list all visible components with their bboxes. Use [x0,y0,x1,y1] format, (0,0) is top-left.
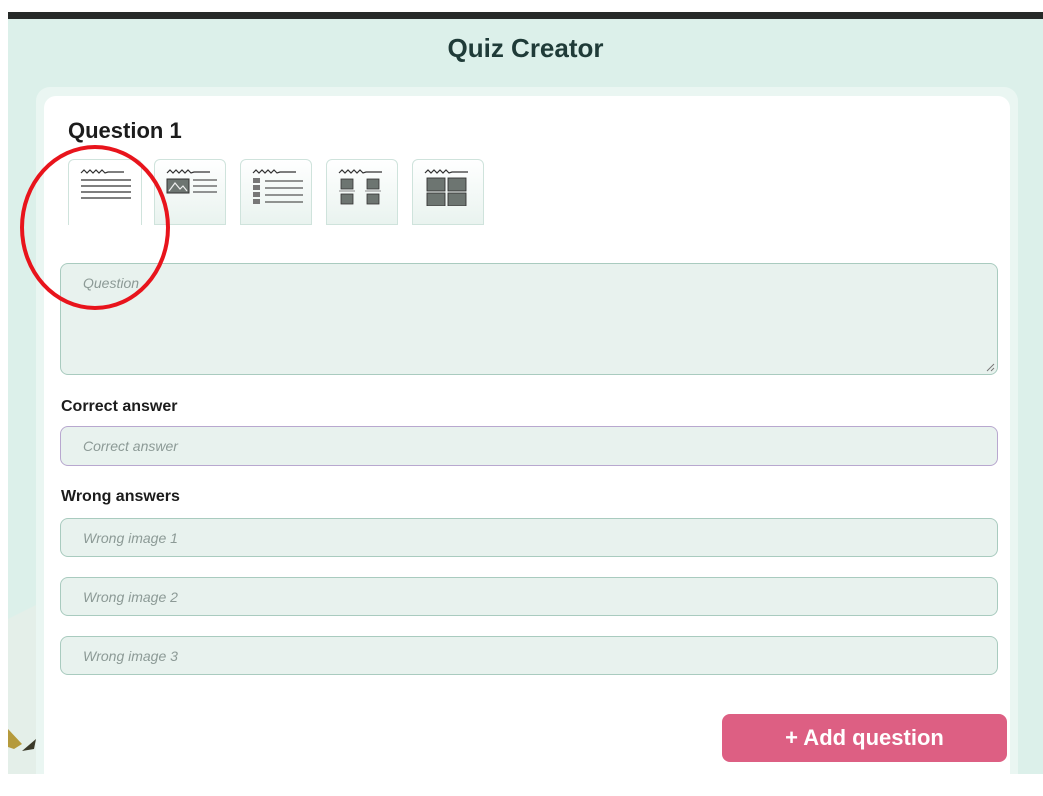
layout-tab-large-grid[interactable] [412,159,484,225]
question-textarea[interactable]: Question [60,263,998,375]
wrong-answer-input-1[interactable]: Wrong image 1 [60,518,998,557]
layout-tab-small-grid[interactable] [326,159,398,225]
correct-answer-label: Correct answer [61,398,178,415]
image-and-text-layout-icon [166,169,217,194]
resize-grip-icon[interactable] [985,362,995,372]
wrong-answers-label: Wrong answers [61,488,180,505]
top-bar [8,0,1043,19]
wrong-answer-input-3[interactable]: Wrong image 3 [60,636,998,675]
wrong-answer-placeholder: Wrong image 2 [83,588,178,605]
top-bar-strip [8,12,1043,19]
small-image-grid-layout-icon [338,169,382,205]
app-title: Quiz Creator [447,33,604,63]
text-list-layout-icon [252,169,303,204]
wrong-answer-placeholder: Wrong image 3 [83,647,178,664]
layout-tab-text-list[interactable] [240,159,312,225]
large-image-grid-layout-icon [424,169,468,206]
wrong-answer-placeholder: Wrong image 1 [83,529,178,546]
question-heading: Question 1 [68,118,182,143]
wrong-answer-input-2[interactable]: Wrong image 2 [60,577,998,616]
annotation-highlight-circle [20,145,170,310]
correct-answer-placeholder: Correct answer [83,438,178,454]
correct-answer-input[interactable]: Correct answer [60,426,998,466]
add-question-button[interactable]: + Add question [722,714,1007,762]
